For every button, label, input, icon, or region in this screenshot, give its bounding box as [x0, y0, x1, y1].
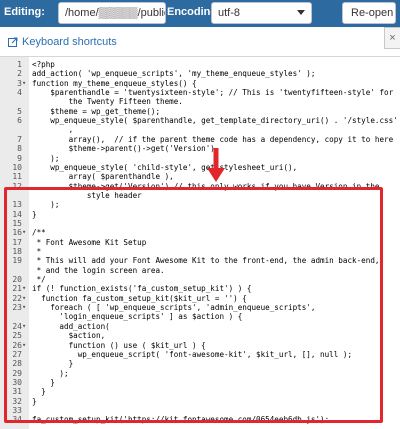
keyboard-shortcuts-label: Keyboard shortcuts	[22, 36, 117, 48]
editor-toolbar: Editing: /home/▒▒▒▒▒/public_htı Encoding…	[0, 0, 400, 27]
file-path-field[interactable]: /home/▒▒▒▒▒/public_htı	[58, 2, 166, 24]
external-link-icon	[8, 37, 18, 47]
editing-label: Editing:	[4, 6, 45, 18]
reopen-button[interactable]: Re-open	[342, 2, 396, 24]
code-text: fa_custom_setup_kit('https://kit.fontawe…	[32, 415, 330, 425]
keyboard-shortcuts-link[interactable]: Keyboard shortcuts	[8, 36, 117, 48]
line-number: 34	[12, 415, 22, 425]
chevron-down-icon	[297, 10, 305, 15]
code-editor[interactable]: 1 <?php 2 add_action( 'wp_enqueue_scripts',…	[0, 56, 400, 429]
code-line: 34 fa_custom_setup_kit('https://kit.fonta…	[0, 414, 400, 425]
close-panel-button[interactable]: ×	[384, 27, 400, 49]
encoding-select[interactable]: utf-8	[211, 2, 312, 24]
encoding-value: utf-8	[218, 7, 241, 19]
editor-subbar: Keyboard shortcuts	[0, 27, 400, 56]
